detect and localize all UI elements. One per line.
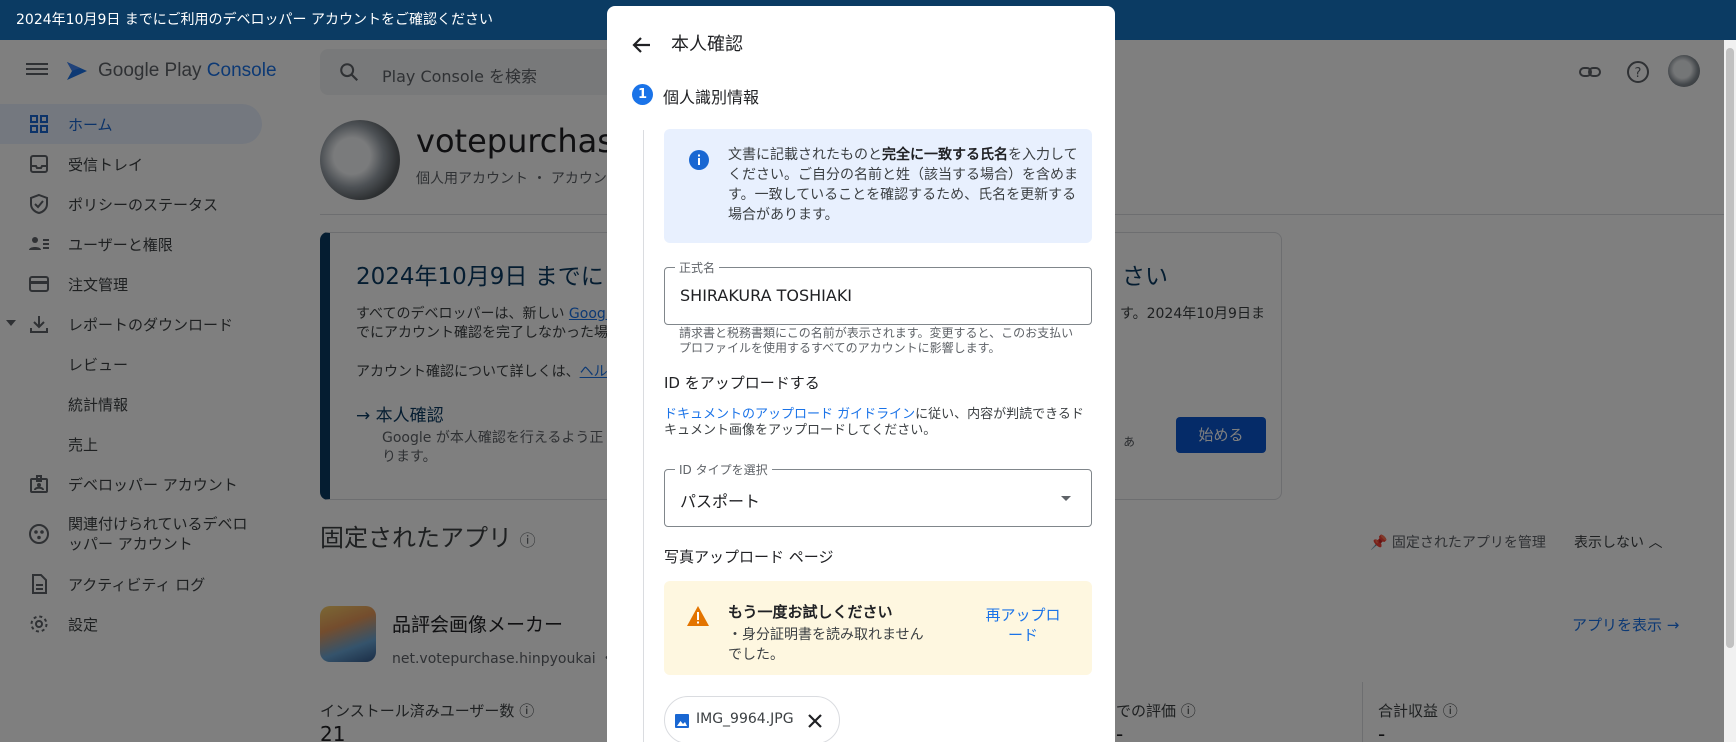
image-icon [675, 714, 689, 728]
upload-id-description: ドキュメントのアップロード ガイドラインに従い、内容が判読できるドキュメント画像… [664, 407, 1084, 439]
id-type-value: パスポート [680, 492, 761, 511]
info-icon [689, 150, 709, 170]
name-info-box: 文書に記載されたものと完全に一致する氏名を入力してください。ご自分の名前と姓（該… [664, 129, 1092, 243]
uploaded-file-name: IMG_9964.JPG [696, 711, 794, 727]
dropdown-arrow-icon [1061, 496, 1071, 501]
dialog-title: 本人確認 [671, 34, 743, 55]
legal-name-input[interactable]: SHIRAKURA TOSHIAKI [680, 286, 852, 305]
identity-verification-dialog: 本人確認 1 個人識別情報 文書に記載されたものと完全に一致する氏名を入力してく… [607, 6, 1115, 742]
info-text-bold: 完全に一致する氏名 [882, 147, 1008, 163]
upload-error-box: もう一度お試しください ・身分証明書を読み取れませんでした。 再アップロード [664, 581, 1092, 675]
upload-id-title: ID をアップロードする [664, 374, 820, 392]
error-title: もう一度お試しください [728, 603, 893, 621]
close-icon[interactable] [805, 711, 825, 731]
upload-guidelines-link[interactable]: ドキュメントのアップロード ガイドライン [664, 407, 915, 422]
warning-icon [687, 606, 709, 626]
legal-name-field[interactable]: 正式名 SHIRAKURA TOSHIAKI [664, 259, 1092, 325]
back-arrow-icon[interactable] [631, 34, 653, 56]
step-label: 個人識別情報 [663, 88, 760, 107]
step-number-badge: 1 [632, 84, 653, 105]
id-type-select[interactable]: ID タイプを選択 パスポート [664, 461, 1092, 527]
info-text: 文書に記載されたものと完全に一致する氏名を入力してください。ご自分の名前と姓（該… [728, 145, 1078, 225]
uploaded-file-chip[interactable]: IMG_9964.JPG [664, 696, 840, 742]
legal-name-label: 正式名 [675, 259, 720, 276]
page-scrollbar[interactable] [1724, 40, 1736, 742]
reupload-button[interactable]: 再アップロード [982, 605, 1064, 645]
photo-upload-page-title: 写真アップロード ページ [664, 548, 834, 566]
scrollbar-thumb[interactable] [1726, 48, 1734, 648]
id-type-label: ID タイプを選択 [675, 461, 772, 478]
legal-name-helper-text: 請求書と税務書類にこの名前が表示されます。変更すると、このお支払いプロファイルを… [679, 326, 1074, 355]
error-message: ・身分証明書を読み取れませんでした。 [728, 627, 924, 663]
info-text-start: 文書に記載されたものと [728, 147, 882, 163]
stepper-line [643, 130, 644, 742]
